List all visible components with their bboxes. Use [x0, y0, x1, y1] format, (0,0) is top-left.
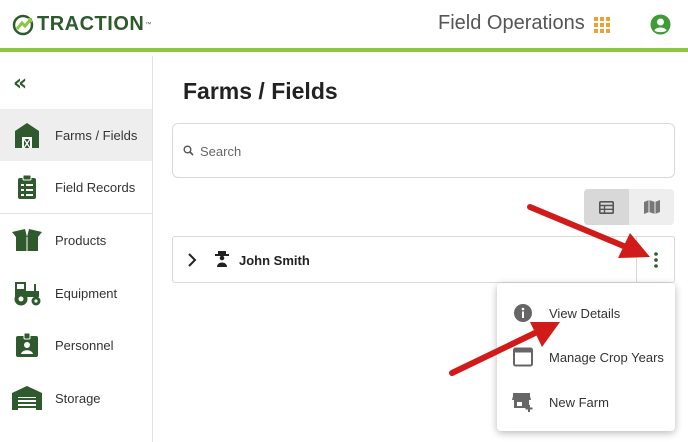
warehouse-icon: [12, 383, 42, 413]
sidebar-item-equipment[interactable]: Equipment: [0, 267, 152, 319]
tractor-icon: [12, 278, 42, 308]
badge-icon: [12, 330, 42, 360]
apps-grid-icon[interactable]: [594, 17, 610, 33]
menu-item-label: View Details: [549, 305, 621, 321]
search-icon: [183, 145, 194, 156]
menu-item-label: New Farm: [549, 394, 609, 410]
chevron-right-icon[interactable]: [187, 253, 197, 267]
collapse-sidebar-button[interactable]: «: [13, 73, 27, 95]
barn-icon: [12, 120, 42, 150]
sidebar-item-label: Products: [55, 232, 107, 248]
sidebar-item-personnel[interactable]: Personnel: [0, 319, 152, 371]
map-view-icon: [643, 200, 660, 214]
kebab-menu-icon: [654, 251, 658, 268]
menu-item-new-farm[interactable]: New Farm: [497, 380, 675, 424]
menu-item-label: Manage Crop Years: [549, 349, 664, 365]
farmer-icon: [215, 251, 229, 267]
table-view-icon: [599, 200, 614, 214]
brand-trademark: ™: [145, 21, 152, 28]
context-menu: View Details Manage Crop Years New Farm: [497, 283, 675, 431]
sidebar-item-field-records[interactable]: Field Records: [0, 161, 152, 213]
map-view-button[interactable]: [629, 189, 674, 225]
sidebar-item-label: Equipment: [55, 285, 118, 301]
app-title: Field Operations: [438, 12, 585, 34]
sidebar-item-products[interactable]: Products: [0, 214, 152, 266]
app-window: TRACTION ™ Field Operations « Farms / Fi…: [0, 0, 688, 442]
info-icon: [511, 301, 535, 325]
top-bar: TRACTION ™ Field Operations: [0, 0, 688, 52]
sidebar-item-label: Field Records: [55, 179, 136, 195]
farm-name: John Smith: [239, 253, 310, 268]
brand-name: TRACTION: [37, 13, 145, 35]
box-icon: [12, 225, 42, 255]
sidebar: « Farms / Fields Field Records Products …: [0, 56, 153, 442]
account-circle-icon[interactable]: [650, 14, 671, 35]
farm-row[interactable]: John Smith: [172, 236, 675, 283]
sidebar-item-label: Personnel: [55, 337, 114, 353]
menu-item-view-details[interactable]: View Details: [497, 291, 675, 335]
sidebar-item-label: Farms / Fields: [55, 127, 138, 143]
add-store-icon: [511, 390, 535, 414]
more-options-button[interactable]: [636, 237, 675, 282]
sidebar-item-label: Storage: [55, 390, 101, 406]
search-input[interactable]: Search: [172, 123, 675, 178]
view-toggle: [584, 189, 674, 225]
logo-mark-icon: [12, 14, 34, 35]
search-placeholder: Search: [200, 144, 242, 159]
clipboard-icon: [12, 172, 42, 202]
traction-logo[interactable]: TRACTION ™: [12, 13, 151, 36]
table-view-button[interactable]: [584, 189, 629, 225]
calendar-icon: [511, 345, 535, 369]
page-title: Farms / Fields: [183, 78, 338, 104]
sidebar-item-farms-fields[interactable]: Farms / Fields: [0, 109, 152, 161]
sidebar-item-storage[interactable]: Storage: [0, 372, 152, 424]
menu-item-manage-crop-years[interactable]: Manage Crop Years: [497, 335, 675, 379]
